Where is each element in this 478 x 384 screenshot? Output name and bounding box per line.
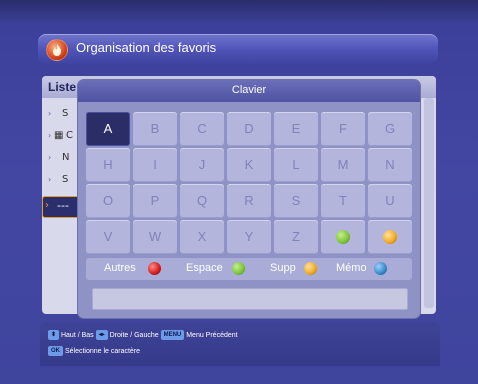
key-j[interactable]: J — [180, 148, 224, 182]
help-line-navigation: ⬍ Haut / Bas ◂▸ Droite / Gauche MENU Men… — [48, 330, 238, 344]
left-right-icon: ◂▸ — [95, 330, 108, 340]
key-a[interactable]: A — [86, 112, 130, 146]
yellow-button-icon — [304, 262, 317, 275]
key-z[interactable]: Z — [274, 220, 318, 254]
help-text-menu: Menu Précédent — [186, 331, 238, 339]
legend-autres: Autres — [104, 262, 136, 274]
list-item[interactable]: › ▦ C — [42, 126, 82, 148]
green-key[interactable] — [321, 220, 365, 254]
key-q[interactable]: Q — [180, 184, 224, 218]
chevron-right-icon: › — [48, 109, 52, 118]
green-button-icon — [232, 262, 245, 275]
keyboard-title-bar: Clavier — [78, 80, 420, 102]
key-f[interactable]: F — [321, 112, 365, 146]
key-s[interactable]: S — [274, 184, 318, 218]
page-title: Organisation des favoris — [76, 40, 217, 55]
legend-espace: Espace — [186, 262, 223, 274]
help-line-ok: OK Sélectionne le caractère — [48, 346, 140, 360]
chevron-right-icon: › — [48, 131, 52, 140]
key-w[interactable]: W — [133, 220, 177, 254]
ok-key-badge: OK — [48, 346, 63, 356]
yellow-button-icon — [383, 230, 397, 244]
list-item-label: --- — [57, 199, 69, 212]
red-button-icon — [148, 262, 161, 275]
list-item[interactable]: › S — [42, 104, 82, 126]
list-item-label: S — [62, 108, 69, 119]
chevron-right-icon: › — [48, 175, 52, 184]
key-y[interactable]: Y — [227, 220, 271, 254]
list-item[interactable]: › S — [42, 170, 82, 192]
key-p[interactable]: P — [133, 184, 177, 218]
list-item[interactable]: › N — [42, 148, 82, 170]
tv-icon: ▦ — [54, 130, 64, 141]
color-key-legend: Autres Espace Supp Mémo — [86, 258, 412, 280]
key-e[interactable]: E — [274, 112, 318, 146]
key-d[interactable]: D — [227, 112, 271, 146]
list-item-label: N — [62, 152, 70, 163]
chevron-right-icon: › — [48, 153, 52, 162]
key-l[interactable]: L — [274, 148, 318, 182]
screen: Organisation des favoris Liste › S › ▦ C… — [0, 0, 478, 384]
help-bar: ⬍ Haut / Bas ◂▸ Droite / Gauche MENU Men… — [40, 322, 440, 366]
key-x[interactable]: X — [180, 220, 224, 254]
list-item-label: S — [62, 174, 69, 185]
key-r[interactable]: R — [227, 184, 271, 218]
key-g[interactable]: G — [368, 112, 412, 146]
key-v[interactable]: V — [86, 220, 130, 254]
keyboard-title: Clavier — [231, 84, 267, 96]
list-header-label: Liste — [48, 80, 77, 94]
help-text-up-down: Haut / Bas — [60, 331, 94, 339]
key-t[interactable]: T — [321, 184, 365, 218]
key-c[interactable]: C — [180, 112, 224, 146]
blue-button-icon — [374, 262, 387, 275]
help-text-ok: Sélectionne le caractère — [64, 347, 141, 355]
yellow-key[interactable] — [368, 220, 412, 254]
legend-memo: Mémo — [336, 262, 367, 274]
legend-supp: Supp — [270, 262, 296, 274]
key-i[interactable]: I — [133, 148, 177, 182]
green-button-icon — [336, 230, 350, 244]
key-h[interactable]: H — [86, 148, 130, 182]
text-entry-field[interactable] — [92, 288, 408, 310]
flame-icon — [46, 39, 68, 61]
key-b[interactable]: B — [133, 112, 177, 146]
title-bar: Organisation des favoris — [38, 34, 438, 64]
scrollbar[interactable] — [424, 98, 434, 308]
menu-key-badge: MENU — [160, 330, 185, 340]
key-o[interactable]: O — [86, 184, 130, 218]
key-n[interactable]: N — [368, 148, 412, 182]
help-text-left-right: Droite / Gauche — [109, 331, 159, 339]
top-bezel — [0, 0, 478, 22]
key-k[interactable]: K — [227, 148, 271, 182]
key-u[interactable]: U — [368, 184, 412, 218]
up-down-icon: ⬍ — [48, 330, 60, 340]
chevron-right-icon: › — [45, 200, 49, 211]
key-m[interactable]: M — [321, 148, 365, 182]
list-item-label: C — [66, 130, 73, 141]
on-screen-keyboard: Clavier A B C D E F G H I J K L M N O P … — [78, 80, 420, 318]
